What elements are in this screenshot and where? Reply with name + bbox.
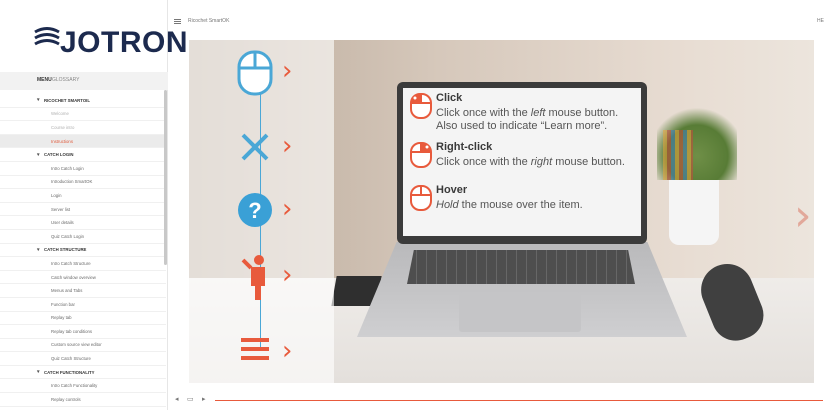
play-icon[interactable]: ▸	[202, 395, 206, 403]
chevron-right-icon: ›	[282, 131, 293, 161]
sidebar-item[interactable]: User details	[0, 216, 166, 230]
slide-content: › › ? › › › Click Click once with the le…	[189, 40, 814, 383]
help-click: Click Click once with the left mouse but…	[409, 92, 641, 136]
tab-menu[interactable]: MENU	[37, 77, 52, 83]
sidebar-item[interactable]: Custom source view editor	[0, 339, 166, 353]
sidebar-section[interactable]: CATCH FUNCTIONALITY	[0, 366, 166, 380]
help-right-click-desc: Click once with the right mouse button.	[436, 156, 625, 168]
course-title: Ricochet SmartOK	[188, 18, 230, 24]
sidebar: JOTRON MENU GLOSSARY RICOCHET SMARTOILWe…	[0, 0, 188, 410]
chevron-right-icon: ›	[282, 56, 293, 86]
chevron-right-icon: ›	[282, 336, 293, 366]
sidebar-item[interactable]: Login	[0, 189, 166, 203]
person-pointing-icon	[241, 255, 265, 300]
logo-text: JOTRON	[60, 26, 189, 59]
sidebar-item[interactable]: Quiz Catch Structure	[0, 352, 166, 366]
jotron-logo: JOTRON	[32, 22, 188, 62]
icon-strip-item[interactable]: ›	[233, 48, 293, 98]
sidebar-item[interactable]: Function bar	[0, 298, 166, 312]
menu-icon	[241, 338, 269, 360]
app-window: JOTRON MENU GLOSSARY RICOCHET SMARTOILWe…	[0, 0, 827, 410]
tab-glossary[interactable]: GLOSSARY	[52, 77, 79, 83]
progress-track[interactable]	[215, 400, 823, 401]
sidebar-item[interactable]: Replay tab conditions	[0, 325, 166, 339]
sidebar-section[interactable]: RICOCHET SMARTOIL	[0, 94, 166, 108]
sidebar-item[interactable]: Introduction SmartOK	[0, 176, 166, 190]
help-click-title: Click	[436, 92, 463, 104]
pencils	[663, 130, 693, 180]
sidebar-tabs: MENU GLOSSARY	[0, 72, 168, 90]
help-hover-title: Hover	[436, 184, 468, 196]
sidebar-item[interactable]: Replay controls	[0, 393, 166, 407]
logo-waves-icon	[34, 27, 60, 46]
help-right-click: Right-click Click once with the right mo…	[409, 141, 641, 177]
sidebar-item[interactable]: Instructions	[0, 134, 166, 149]
player-controls: ◂ ▭ ▸	[175, 395, 825, 407]
sidebar-item[interactable]: Intro Catch Structure	[0, 257, 166, 271]
sidebar-item[interactable]: Intro Catch Login	[0, 162, 166, 176]
icon-strip-item[interactable]: ›	[233, 328, 293, 378]
next-slide-chevron-icon[interactable]: ›	[794, 190, 812, 241]
hamburger-menu-icon[interactable]	[174, 19, 181, 24]
laptop-trackpad	[459, 292, 581, 332]
icon-strip-item[interactable]: ? ›	[233, 186, 293, 236]
sidebar-item[interactable]: Course intro	[0, 121, 166, 135]
help-click-desc: Click once with the left mouse button. Al…	[436, 107, 619, 132]
help-icon: ?	[238, 193, 272, 227]
icon-strip-item[interactable]: ›	[233, 252, 293, 302]
captions-icon[interactable]: ▭	[187, 395, 194, 403]
sidebar-item[interactable]: Server list	[0, 203, 166, 217]
chevron-right-icon: ›	[282, 194, 293, 224]
sidebar-item[interactable]: Quiz Catch Login	[0, 230, 166, 244]
laptop-keyboard	[407, 250, 635, 284]
sidebar-item[interactable]: Replay tab	[0, 312, 166, 326]
sidebar-scrollbar[interactable]	[164, 90, 167, 265]
mouse-right-click-icon	[410, 142, 432, 168]
sidebar-nav: RICOCHET SMARTOILWelcomeCourse introInst…	[0, 94, 166, 407]
sidebar-item[interactable]: Welcome	[0, 108, 166, 122]
sidebar-item[interactable]: Intro Catch Functionality	[0, 379, 166, 394]
plant-pot	[669, 170, 719, 245]
sidebar-section[interactable]: CATCH LOGIN	[0, 148, 166, 162]
rewind-icon[interactable]: ◂	[175, 395, 179, 403]
chevron-right-icon: ›	[282, 260, 293, 290]
mouse-left-click-icon	[410, 93, 432, 119]
mouse-icon	[237, 50, 273, 96]
icon-strip-item[interactable]: ›	[233, 123, 293, 173]
help-hover-desc: Hold the mouse over the item.	[436, 199, 583, 211]
topbar-right-label[interactable]: HE	[817, 18, 824, 24]
svg-text:?: ?	[248, 198, 261, 223]
sidebar-section[interactable]: CATCH STRUCTURE	[0, 244, 166, 258]
help-hover: Hover Hold the mouse over the item.	[409, 184, 641, 220]
mouse-hover-icon	[410, 185, 432, 211]
help-right-click-title: Right-click	[436, 141, 493, 153]
sidebar-item[interactable]: Menus and Tabs	[0, 284, 166, 298]
sidebar-item[interactable]: Catch window overview	[0, 271, 166, 285]
close-icon	[241, 133, 269, 161]
